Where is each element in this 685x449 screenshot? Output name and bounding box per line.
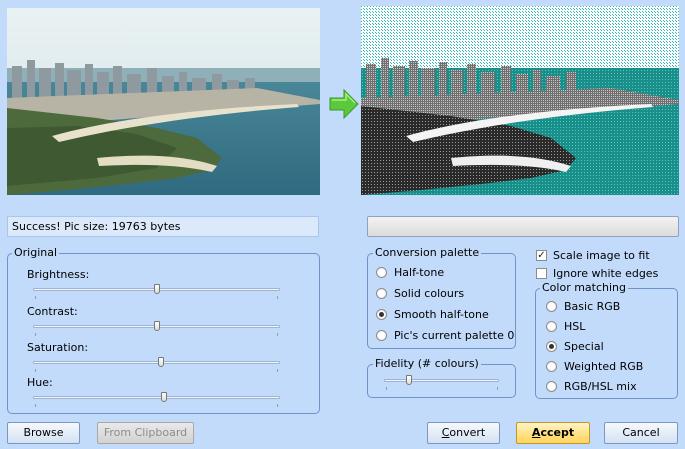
checkbox-checked-icon[interactable]: ✓ xyxy=(536,250,547,261)
radio-button-icon[interactable] xyxy=(376,309,387,320)
radio-label: Smooth half-tone xyxy=(394,308,489,321)
contrast-slider-thumb[interactable] xyxy=(153,321,160,331)
radio-solid-colours[interactable]: Solid colours xyxy=(376,287,464,300)
saturation-tick-left xyxy=(35,369,36,372)
radio-special[interactable]: Special xyxy=(546,340,604,353)
status-field: Success! Pic size: 19763 bytes xyxy=(7,216,319,237)
hue-tick-right xyxy=(277,404,278,407)
checkbox-label: Ignore white edges xyxy=(553,267,659,280)
checkbox-unchecked-icon[interactable] xyxy=(536,268,547,279)
radio-smooth-half-tone[interactable]: Smooth half-tone xyxy=(376,308,489,321)
fidelity-tick-right xyxy=(497,387,498,390)
radio-label: Weighted RGB xyxy=(564,360,644,373)
radio-label: Solid colours xyxy=(394,287,465,300)
saturation-slider-track[interactable] xyxy=(33,361,280,364)
checkbox-label: Scale image to fit xyxy=(553,249,650,262)
browse-button[interactable]: Browse xyxy=(7,422,80,444)
checkbox-ignore-white-edges[interactable]: Ignore white edges xyxy=(536,267,658,280)
hue-slider-track[interactable] xyxy=(33,396,280,399)
fidelity-tick-left xyxy=(386,387,387,390)
contrast-label: Contrast: xyxy=(27,305,78,318)
radio-button-icon[interactable] xyxy=(546,381,557,392)
fidelity-slider-thumb[interactable] xyxy=(406,375,413,385)
radio-hsl[interactable]: HSL xyxy=(546,320,585,333)
radio-label: HSL xyxy=(564,320,586,333)
radio-button-icon[interactable] xyxy=(546,361,557,372)
checkbox-scale-image-to-fit[interactable]: ✓ Scale image to fit xyxy=(536,249,650,262)
converted-image xyxy=(361,6,679,195)
brightness-tick-right xyxy=(277,296,278,299)
radio-label: Pic's current palette 0 xyxy=(394,329,515,342)
radio-button-icon[interactable] xyxy=(546,341,557,352)
saturation-slider-thumb[interactable] xyxy=(158,357,165,367)
accept-button[interactable]: Accept xyxy=(516,422,590,444)
radio-basic-rgb[interactable]: Basic RGB xyxy=(546,300,620,313)
green-arrow-right-icon xyxy=(328,88,360,120)
original-image xyxy=(7,8,320,195)
radio-label: Basic RGB xyxy=(564,300,621,313)
fidelity-title: Fidelity (# colours) xyxy=(373,357,481,370)
radio-button-icon[interactable] xyxy=(376,288,387,299)
brightness-tick-left xyxy=(35,296,36,299)
contrast-tick-left xyxy=(35,333,36,336)
hue-slider-thumb[interactable] xyxy=(160,392,167,402)
fidelity-slider-track[interactable] xyxy=(384,379,499,382)
cancel-button[interactable]: Cancel xyxy=(604,422,678,444)
conversion-palette-title: Conversion palette xyxy=(373,246,482,259)
radio-half-tone[interactable]: Half-tone xyxy=(376,266,444,279)
brightness-label: Brightness: xyxy=(27,268,90,281)
original-group-title: Original xyxy=(12,246,60,259)
radio-button-icon[interactable] xyxy=(376,267,387,278)
saturation-tick-right xyxy=(277,369,278,372)
radio-pic-s-current-palette-0[interactable]: Pic's current palette 0 xyxy=(376,329,514,342)
radio-button-icon[interactable] xyxy=(546,301,557,312)
radio-label: RGB/HSL mix xyxy=(564,380,637,393)
conversion-progress-bar xyxy=(367,216,679,237)
color-matching-title: Color matching xyxy=(540,281,629,294)
convert-button[interactable]: Convert xyxy=(427,422,500,444)
saturation-label: Saturation: xyxy=(27,341,89,354)
from-clipboard-button[interactable]: From Clipboard xyxy=(97,422,194,444)
brightness-slider-thumb[interactable] xyxy=(153,284,160,294)
convert-label-post: onvert xyxy=(449,426,486,439)
contrast-tick-right xyxy=(277,333,278,336)
hue-tick-left xyxy=(35,404,36,407)
radio-label: Special xyxy=(564,340,604,353)
radio-button-icon[interactable] xyxy=(546,321,557,332)
radio-label: Half-tone xyxy=(394,266,445,279)
hue-label: Hue: xyxy=(27,376,53,389)
radio-weighted-rgb[interactable]: Weighted RGB xyxy=(546,360,643,373)
accept-label-post: ccept xyxy=(540,426,575,439)
radio-rgb-hsl-mix[interactable]: RGB/HSL mix xyxy=(546,380,637,393)
radio-button-icon[interactable] xyxy=(376,330,387,341)
